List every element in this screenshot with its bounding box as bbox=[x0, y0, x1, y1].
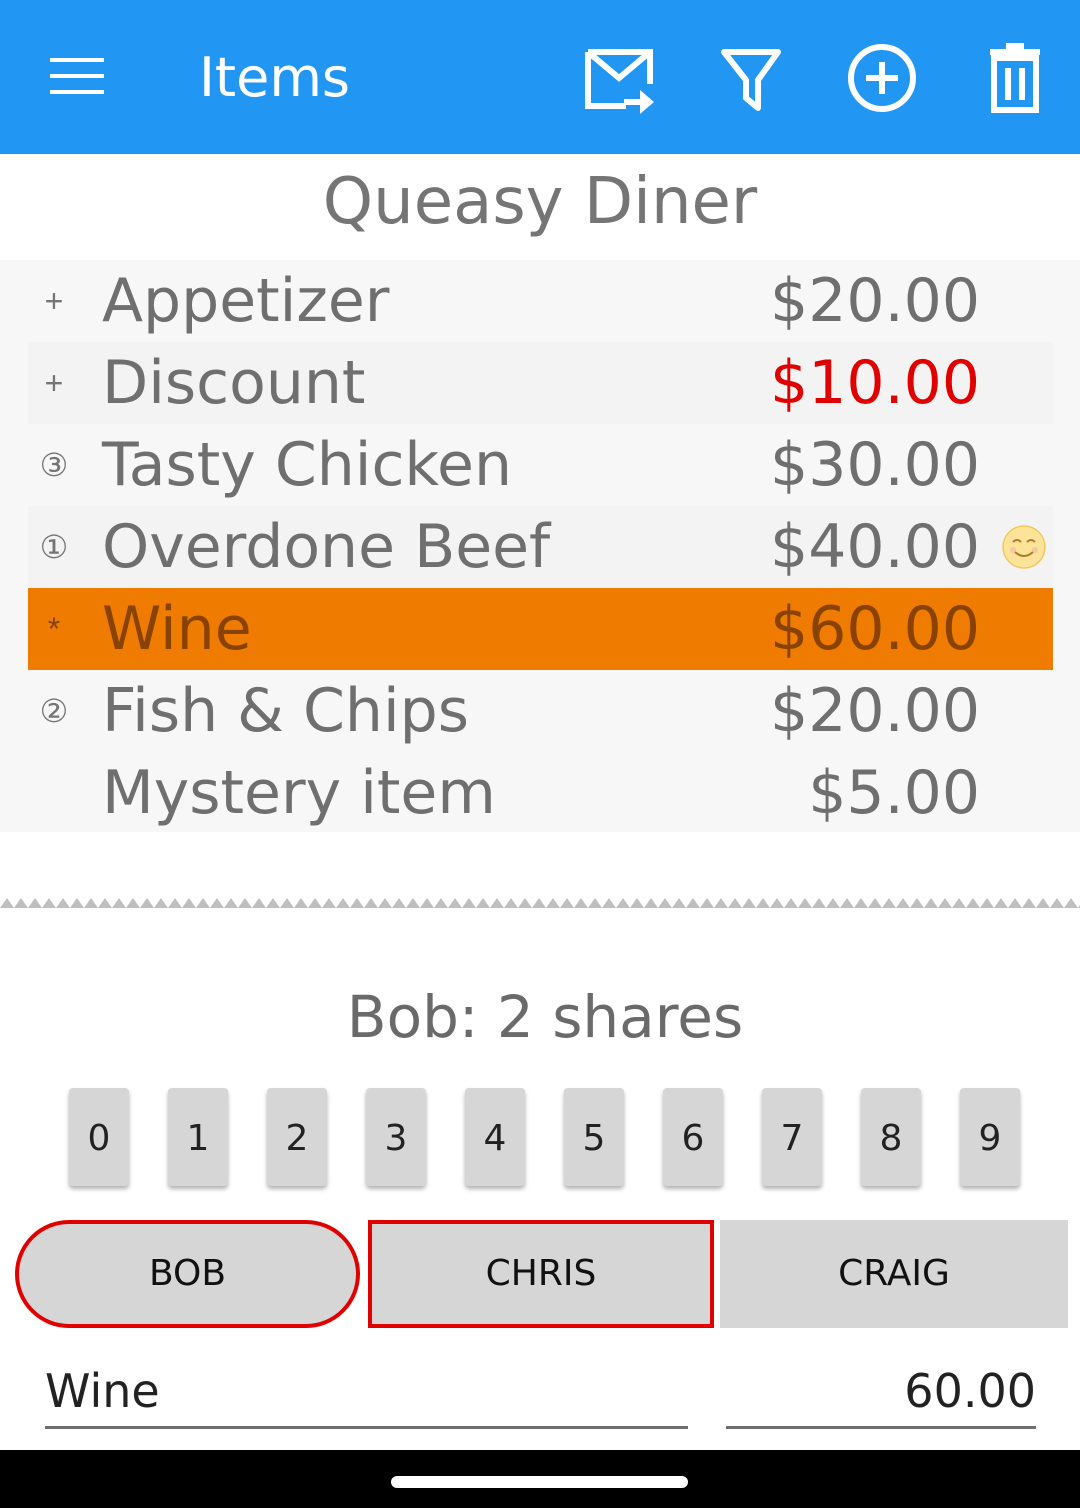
person-button-craig[interactable]: CRAIG bbox=[720, 1220, 1068, 1328]
item-mark: * bbox=[47, 611, 61, 647]
digit-button-1[interactable]: 1 bbox=[168, 1088, 228, 1186]
items-list: + Appetizer $20.00 + Discount $10.00 ③ T… bbox=[0, 260, 1080, 832]
list-item-selected[interactable]: * Wine $60.00 bbox=[28, 588, 1053, 670]
digit-button-7[interactable]: 7 bbox=[762, 1088, 822, 1186]
item-mark: ② bbox=[39, 693, 69, 729]
amount-field[interactable]: 60.00 bbox=[726, 1358, 1036, 1429]
list-item[interactable]: Mystery item $5.00 bbox=[28, 752, 1053, 834]
item-name: Overdone Beef bbox=[102, 512, 551, 582]
shares-label: Bob: 2 shares bbox=[346, 983, 744, 1051]
digit-button-6[interactable]: 6 bbox=[663, 1088, 723, 1186]
item-mark: + bbox=[44, 283, 64, 319]
item-mark bbox=[34, 752, 74, 834]
digit-button-4[interactable]: 4 bbox=[465, 1088, 525, 1186]
item-price: $30.00 bbox=[770, 430, 980, 500]
digit-button-2[interactable]: 2 bbox=[267, 1088, 327, 1186]
list-item[interactable]: ③ Tasty Chicken $30.00 bbox=[28, 424, 1053, 506]
zigzag-divider bbox=[0, 890, 1080, 914]
person-button-bob[interactable]: BOB bbox=[15, 1220, 360, 1328]
item-price: $20.00 bbox=[770, 676, 980, 746]
item-mark: ① bbox=[39, 529, 69, 565]
email-forward-icon[interactable] bbox=[580, 40, 660, 120]
digit-button-3[interactable]: 3 bbox=[366, 1088, 426, 1186]
digit-button-8[interactable]: 8 bbox=[861, 1088, 921, 1186]
item-price: $10.00 bbox=[770, 348, 980, 418]
item-name: Mystery item bbox=[102, 758, 496, 828]
item-name-field[interactable]: Wine bbox=[45, 1358, 688, 1429]
item-name: Discount bbox=[102, 348, 366, 418]
delete-icon[interactable] bbox=[976, 40, 1056, 120]
item-price: $60.00 bbox=[770, 594, 980, 664]
menu-icon[interactable] bbox=[50, 56, 104, 96]
system-nav-bar bbox=[0, 1450, 1080, 1508]
item-name: Tasty Chicken bbox=[102, 430, 512, 500]
list-item[interactable]: ① Overdone Beef $40.00 bbox=[28, 506, 1053, 588]
list-item[interactable]: ② Fish & Chips $20.00 bbox=[28, 670, 1053, 752]
smiling-face-icon bbox=[1001, 524, 1047, 570]
item-price: $20.00 bbox=[770, 266, 980, 336]
home-gesture-handle[interactable] bbox=[391, 1476, 688, 1488]
filter-icon[interactable] bbox=[712, 40, 792, 120]
item-price: $40.00 bbox=[770, 512, 980, 582]
add-circle-icon[interactable] bbox=[844, 40, 924, 120]
app-bar: Items bbox=[0, 0, 1080, 154]
digit-button-0[interactable]: 0 bbox=[69, 1088, 129, 1186]
page-title: Items bbox=[199, 46, 351, 109]
restaurant-name: Queasy Diner bbox=[322, 165, 758, 239]
item-name: Wine bbox=[102, 594, 252, 664]
item-price: $5.00 bbox=[808, 758, 980, 828]
list-item[interactable]: + Discount $10.00 bbox=[28, 342, 1053, 424]
item-mark: ③ bbox=[39, 447, 69, 483]
item-name: Fish & Chips bbox=[102, 676, 469, 746]
digit-button-9[interactable]: 9 bbox=[960, 1088, 1020, 1186]
person-button-chris[interactable]: CHRIS bbox=[368, 1220, 714, 1328]
item-mark: + bbox=[44, 365, 64, 401]
digit-button-5[interactable]: 5 bbox=[564, 1088, 624, 1186]
item-name: Appetizer bbox=[102, 266, 390, 336]
list-item[interactable]: + Appetizer $20.00 bbox=[28, 260, 1053, 342]
